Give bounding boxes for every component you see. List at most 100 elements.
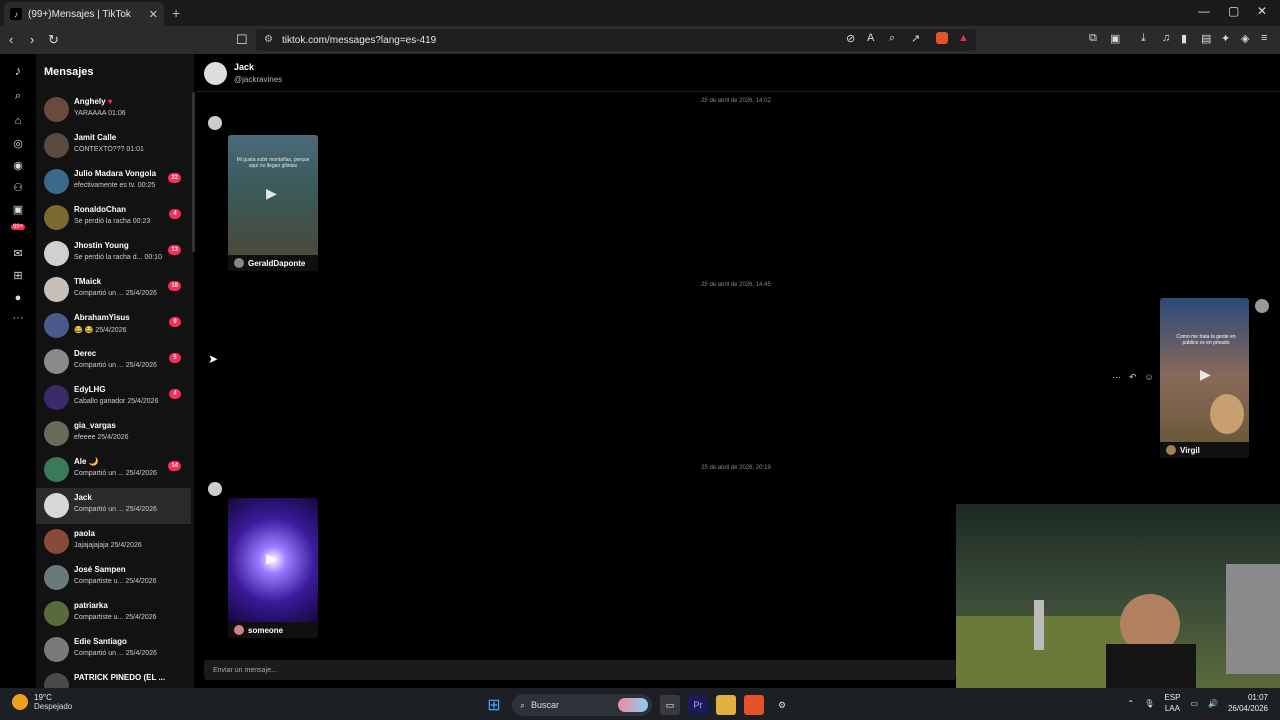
vpn-icon[interactable]: ◈ [1241, 32, 1249, 45]
conversation-preview: Compartiste u... 25/4/2026 [74, 578, 157, 585]
messages-icon[interactable]: ✉ [11, 247, 25, 261]
profile-icon[interactable]: ● [11, 291, 25, 305]
tray-overflow-icon[interactable]: ⌃ [1128, 699, 1135, 708]
more-icon[interactable]: ··· [11, 311, 25, 325]
sender-avatar[interactable] [208, 116, 222, 130]
conversation-preview: YARAAAA 01:06 [74, 110, 126, 117]
conversation-name: patriarka [74, 601, 108, 610]
conversation-item[interactable]: Jamit Calle CONTEXTO??? 01:01 [36, 128, 191, 164]
conversation-name: AbrahamYisus [74, 313, 130, 322]
reply-icon[interactable]: ↶ [1129, 372, 1137, 383]
menu-icon[interactable]: ≡ [1261, 32, 1267, 44]
conversation-preview: efeeee 25/4/2026 [74, 434, 129, 441]
conversation-item[interactable]: Ale 🌙 Compartió un ... 25/4/2026 14 [36, 452, 191, 488]
task-view-icon[interactable]: ▭ [660, 695, 680, 715]
clock[interactable]: 01:07 26/04/2026 [1228, 692, 1268, 714]
network-icon[interactable]: ▭ [1190, 699, 1198, 708]
reader-icon[interactable]: ⊘ [846, 32, 855, 45]
conversation-time: 01:06 [108, 110, 126, 117]
conversation-item[interactable]: gia_vargasefeeee 25/4/2026 [36, 416, 191, 452]
brave-rewards-icon[interactable]: ▲ [958, 32, 969, 44]
mouse-cursor-icon: ➤ [208, 352, 219, 366]
play-icon: ▶ [266, 185, 277, 201]
chat-avatar[interactable] [204, 62, 227, 85]
close-window-button[interactable]: ✕ [1257, 4, 1267, 18]
conversation-item[interactable]: Anghely ♥ YARAAAA 01:06 [36, 92, 191, 128]
conversation-item[interactable]: patriarka Compartiste u... 25/4/2026 [36, 596, 191, 632]
taskbar-search-label: Buscar [531, 700, 560, 710]
conversation-item[interactable]: Edie Santiago Compartió un ... 25/4/2026 [36, 632, 191, 668]
browser-chrome: ♪ (99+)Mensajes | TikTok ✕ + — ▢ ✕ ‹ › ↻… [0, 0, 1280, 54]
maximize-button[interactable]: ▢ [1228, 4, 1239, 18]
volume-icon[interactable]: 🔊 [1208, 699, 1218, 708]
sender-avatar[interactable] [208, 482, 222, 496]
share-icon[interactable]: ↗ [911, 32, 920, 45]
conversation-name: gia_vargas [74, 421, 116, 430]
extensions-icon[interactable]: ⧉ [1089, 32, 1097, 45]
live-icon[interactable]: ▣ [11, 203, 25, 217]
conversation-name: Jamit Calle [74, 133, 117, 142]
friends-icon[interactable]: ⚇ [11, 181, 25, 195]
windows-taskbar: 19°C Despejado ⊞ ⌕ Buscar ▭ Pr ⚙ ⌃ 🎙 ESP… [0, 688, 1280, 720]
upload-icon[interactable]: ⊞ [11, 269, 25, 283]
mic-icon[interactable]: 🎙 [1144, 699, 1154, 708]
conversation-item[interactable]: Jack Compartió un ... 25/4/2026 [36, 488, 191, 524]
sidebar-scrollbar[interactable] [192, 92, 195, 252]
conversation-item[interactable]: Jhostin Young Se perdió la racha d... 00:… [36, 236, 191, 272]
taskbar-apps: ⊞ ⌕ Buscar ▭ Pr ⚙ [484, 694, 792, 716]
zoom-icon[interactable]: ⌕ [889, 32, 895, 45]
conversation-item[interactable]: Derec Compartió un ... 25/4/2026 5 [36, 344, 191, 380]
conversation-time: 25/4/2026 [127, 398, 159, 405]
chatgpt-icon[interactable]: ⚙ [772, 695, 792, 715]
media-icon[interactable]: ♫ [1162, 32, 1170, 44]
conversation-item[interactable]: AbrahamYisus 😂 😂 25/4/2026 9 [36, 308, 191, 344]
home-icon[interactable]: ⌂ [11, 114, 25, 128]
brave-shields-icon[interactable] [936, 32, 948, 47]
conversation-preview: Se perdió la racha 00:23 [74, 218, 151, 225]
weather-widget[interactable]: 19°C Despejado [12, 693, 72, 711]
bookmark-icon[interactable]: ☐ [236, 32, 248, 48]
translate-icon[interactable]: A [867, 32, 874, 44]
message-input[interactable]: Enviar un mensaje... [204, 660, 956, 680]
reload-icon[interactable]: ↻ [48, 32, 59, 48]
conversation-item[interactable]: Julio Madara Vongola efectivamente es tv.… [36, 164, 191, 200]
shared-video-3[interactable]: ▶ someone [228, 498, 318, 638]
sidebar-toggle-icon[interactable]: ▮ [1181, 32, 1187, 45]
more-options-icon[interactable]: ··· [1112, 372, 1121, 383]
tiktok-logo-icon[interactable]: ♪ [11, 64, 25, 78]
search-icon[interactable]: ⌕ [11, 89, 25, 103]
file-explorer-icon[interactable] [716, 695, 736, 715]
conversation-item[interactable]: paola Jajajajajaja 25/4/2026 [36, 524, 191, 560]
tab-close-icon[interactable]: ✕ [149, 8, 158, 21]
language-indicator[interactable]: ESP LAA [1164, 692, 1180, 714]
conversation-item[interactable]: José Sampen Compartiste u... 25/4/2026 [36, 560, 191, 596]
leo-ai-icon[interactable]: ✦ [1221, 32, 1230, 45]
premiere-pro-icon[interactable]: Pr [688, 695, 708, 715]
chat-contact-name[interactable]: Jack [234, 62, 254, 72]
download-icon[interactable]: ⤓ [1141, 32, 1146, 45]
react-icon[interactable]: ☺ [1145, 372, 1154, 383]
conversation-item[interactable]: PATRICK PINEDO (EL ... [36, 668, 191, 688]
windows-start-icon[interactable]: ⊞ [484, 695, 504, 715]
back-icon[interactable]: ‹ [9, 32, 13, 47]
conversation-item[interactable]: EdyLHG Caballo ganador 25/4/2026 4 [36, 380, 191, 416]
following-icon[interactable]: ◉ [11, 159, 25, 173]
tab-tiktok[interactable]: ♪ (99+)Mensajes | TikTok ✕ [4, 2, 164, 26]
conversation-item[interactable]: TMaick Compartió un ... 25/4/2026 18 [36, 272, 191, 308]
taskbar-search[interactable]: ⌕ Buscar [512, 694, 652, 716]
wallet-icon[interactable]: ▤ [1201, 32, 1211, 45]
new-tab-button[interactable]: + [172, 5, 180, 21]
conversation-item[interactable]: RonaldoChan Se perdió la racha 00:23 4 [36, 200, 191, 236]
tab-title: (99+)Mensajes | TikTok [28, 8, 131, 20]
site-info-icon[interactable]: ⚙ [264, 34, 273, 45]
webcam-shirt [1106, 644, 1196, 688]
shared-video-1[interactable]: Mi gusta subir montañas, porque aquí no … [228, 135, 318, 271]
forward-icon[interactable]: › [30, 32, 34, 47]
brave-browser-icon[interactable] [744, 695, 764, 715]
minimize-button[interactable]: — [1198, 4, 1210, 18]
own-avatar[interactable] [1255, 299, 1269, 313]
shared-video-2[interactable]: Como me trata la gente en público vs en … [1160, 298, 1249, 458]
explore-icon[interactable]: ◎ [11, 137, 25, 151]
screenshot-icon[interactable]: ▣ [1110, 32, 1120, 45]
tiktok-favicon-icon: ♪ [10, 8, 22, 20]
